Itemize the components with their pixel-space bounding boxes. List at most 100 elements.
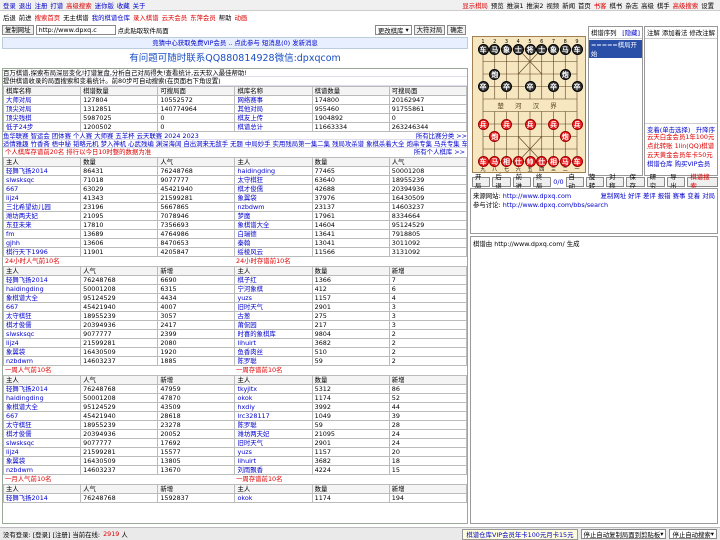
ok-button[interactable]: 确定 — [447, 25, 466, 35]
top-link-news[interactable]: 新闻 — [562, 2, 575, 10]
table-cell[interactable]: nzbdwm — [3, 465, 82, 476]
black-piece[interactable]: 士 — [512, 43, 524, 55]
ad-item[interactable]: 云天黄金会员年卡50元 — [647, 150, 715, 159]
table-cell[interactable]: 古葱 — [234, 311, 313, 322]
game-info-textarea[interactable]: 棋谱由 http://www.dpxq.com/ 生成 — [470, 236, 718, 524]
table-cell[interactable]: 绥棱风云 — [234, 247, 313, 258]
table-cell[interactable]: 陈罗聪 — [234, 356, 313, 367]
black-piece[interactable]: 卒 — [501, 81, 512, 92]
black-piece[interactable]: 马 — [559, 43, 571, 55]
table-cell[interactable]: 轻舞飞扬2014 — [3, 166, 82, 177]
top-link-preview[interactable]: 预览 — [491, 2, 504, 10]
table-cell[interactable]: 象棋谱大全 — [3, 293, 82, 304]
top-link-advanced[interactable]: 高级 — [641, 2, 654, 10]
auto-button[interactable]: 自动 — [565, 173, 584, 190]
table-cell[interactable]: nzbdwm — [3, 356, 82, 367]
table-cell[interactable]: 顶尖残棋 — [3, 112, 82, 123]
nav-yuntian-member[interactable]: 云天会员 — [162, 13, 188, 22]
top-link-magazine[interactable]: 杂志 — [625, 2, 638, 10]
notice-bar[interactable]: 竞猜中心获取免费VIP会员 .. 点此参与 短消息(0) 发新消息 — [2, 37, 468, 49]
table-cell[interactable]: slwsksqc — [3, 438, 82, 449]
table-cell[interactable]: fm — [3, 229, 82, 240]
move-list-item[interactable]: =====棋局开始 — [589, 40, 642, 58]
red-piece[interactable]: 兵 — [477, 118, 489, 130]
table-cell[interactable]: 其他对局 — [234, 103, 313, 114]
forward-button[interactable]: 前进 — [512, 173, 531, 190]
login-status[interactable]: 没有登录: [登录] [注册] 当前在线: — [3, 530, 100, 539]
event-links-text[interactable]: 鱼华联赛 智运会 团体赛 个人赛 大师赛 五羊杯 云天联赛 2024 2023 — [3, 132, 199, 139]
classic-links-text[interactable]: 适情雅趣 竹香斋 梧中秘 韬略元机 梦入神机 心武残编 渊深海阔 自出洞来无敌手… — [3, 140, 467, 147]
black-piece[interactable]: 车 — [571, 43, 583, 55]
table-cell[interactable]: 秦翰 — [234, 238, 313, 249]
top-link-login[interactable]: 登录 — [3, 2, 16, 10]
top-link-register[interactable]: 注册 — [35, 2, 48, 10]
ad-item[interactable]: 点此转账 1lin(QQ)棋谱 — [647, 141, 715, 150]
table-cell[interactable]: 棋行天下1996 — [3, 247, 82, 258]
table-cell[interactable]: 时喜的象棋库 — [234, 329, 313, 340]
nav-search-home[interactable]: 搜索首页 — [35, 13, 61, 22]
ad-item[interactable]: 云天白金会员1年100元 — [647, 132, 715, 141]
copy-mode-select[interactable]: 停止自动复制局面到剪贴板 ▾ — [580, 529, 667, 539]
mirror-button[interactable]: 对称 — [606, 173, 625, 190]
top-link-favorite[interactable]: 收藏 — [117, 2, 130, 10]
hide-link[interactable]: [隐藏] — [622, 28, 640, 37]
nav-my-warehouse[interactable]: 我的棋谱仓库 — [92, 13, 130, 22]
table-cell[interactable]: lrc328117 — [234, 411, 313, 422]
top-link-advanced-search[interactable]: 高级搜索 — [66, 2, 92, 10]
source-tools[interactable]: 复制网址 好评 差评 报错 赛事 变着 对局 — [601, 191, 715, 200]
table-cell[interactable]: haidingding — [3, 393, 82, 404]
table-cell[interactable]: 潍坊两夫妃 — [3, 211, 82, 222]
library-select[interactable]: 更改棋库 ▾ — [374, 25, 412, 35]
vip-banner[interactable]: 棋谱仓库VIP会员年卡100元月卡15元 — [462, 528, 578, 540]
red-piece[interactable]: 炮 — [559, 131, 571, 142]
table-cell[interactable]: 棋才俊儒 — [3, 320, 82, 331]
back-button[interactable]: 后退 — [492, 173, 511, 190]
nav-back[interactable]: 后退 — [3, 13, 16, 22]
table-cell[interactable]: okok — [234, 493, 313, 504]
table-cell[interactable]: 象翼袋 — [3, 347, 82, 358]
black-piece[interactable]: 卒 — [477, 81, 489, 92]
search-games-button[interactable]: 棋谱搜索 — [687, 173, 719, 190]
table-cell[interactable]: haidingding — [3, 284, 82, 295]
source-url[interactable]: http://www.dpxq.com — [503, 192, 571, 200]
top-link-search2[interactable]: 高级搜索 — [673, 2, 699, 10]
table-cell[interactable]: yuzs — [234, 293, 313, 304]
black-piece[interactable]: 炮 — [489, 68, 501, 80]
red-piece[interactable]: 车 — [477, 156, 489, 167]
table-cell[interactable]: 象棋谱大全 — [234, 220, 313, 231]
discuss-url[interactable]: http://www.dpxq.com/bbs/search — [503, 201, 608, 209]
table-cell[interactable]: 顶尖对局 — [3, 103, 82, 114]
red-piece[interactable]: 相 — [501, 156, 512, 167]
table-cell[interactable]: 白瑞德 — [234, 229, 313, 240]
table-cell[interactable]: lijz4 — [3, 338, 82, 349]
top-link-show[interactable]: 显示棋局 — [462, 2, 488, 10]
red-piece[interactable]: 相 — [548, 156, 559, 167]
red-piece[interactable]: 帅 — [524, 156, 536, 167]
black-piece[interactable]: 象 — [548, 43, 559, 55]
red-piece[interactable]: 兵 — [524, 118, 536, 130]
table-cell[interactable]: 太守棋狂 — [3, 311, 82, 322]
black-piece[interactable]: 卒 — [548, 81, 559, 92]
top-link-record[interactable]: 打谱 — [50, 2, 63, 10]
annotation-header[interactable]: 注解 添加着法 修改注解 — [645, 27, 717, 39]
red-piece[interactable]: 马 — [559, 156, 571, 167]
table-cell[interactable]: yuzs — [234, 447, 313, 458]
table-cell[interactable]: haidingding — [234, 166, 313, 177]
table-cell[interactable]: 棋才俊儒 — [3, 429, 82, 440]
save-button[interactable]: 保存 — [626, 173, 645, 190]
black-piece[interactable]: 象 — [501, 43, 512, 55]
table-cell[interactable]: 太守棋狂 — [3, 420, 82, 431]
red-piece[interactable]: 兵 — [501, 118, 512, 130]
red-piece[interactable]: 兵 — [548, 118, 559, 130]
table-cell[interactable]: slwsksqc — [3, 175, 82, 186]
nav-forward[interactable]: 前进 — [19, 13, 32, 22]
top-link-mini[interactable]: 迷你版 — [95, 2, 114, 10]
table-cell[interactable]: 旧时天气 — [234, 302, 313, 313]
table-cell[interactable]: 棋子红 — [234, 275, 313, 286]
copy-url-button[interactable]: 复制网址 — [2, 25, 34, 35]
black-piece[interactable]: 士 — [536, 43, 548, 55]
large-game-button[interactable]: 大符对局 — [413, 25, 446, 35]
table-cell[interactable]: 象翼袋 — [3, 456, 82, 467]
table-cell[interactable]: 梦魔 — [234, 211, 313, 222]
table-cell[interactable]: hxdiy — [234, 402, 313, 413]
